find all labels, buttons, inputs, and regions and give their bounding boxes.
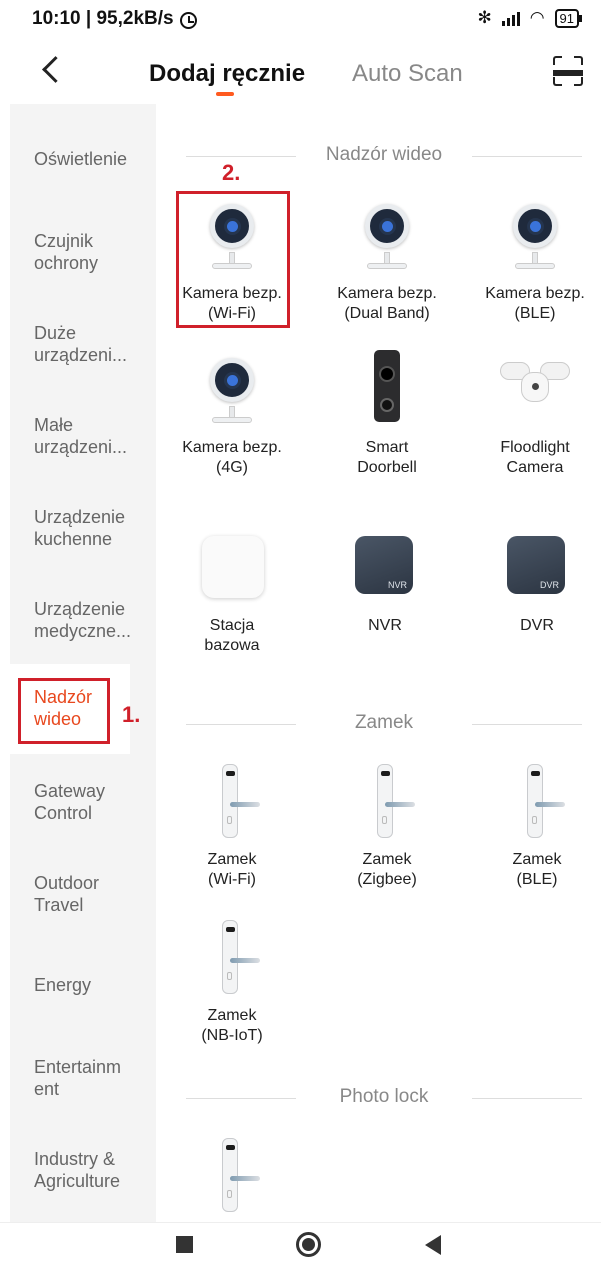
device-label: Camera [506, 459, 564, 476]
device-label: Zamek [207, 851, 257, 868]
system-nav-bar [0, 1222, 601, 1270]
device-label: (NB-IoT) [201, 1027, 263, 1044]
sidebar-item-industry-agriculture[interactable]: Industry & Agriculture [10, 1148, 150, 1192]
battery-icon: 91 [554, 8, 583, 28]
tab-active-indicator [216, 92, 234, 96]
lock-icon [192, 762, 272, 846]
header: Dodaj ręcznie Auto Scan [0, 40, 601, 102]
camera-icon [347, 196, 427, 280]
lock-icon [347, 762, 427, 846]
device-lock-wifi[interactable]: Zamek (Wi-Fi) [167, 762, 297, 890]
sidebar-item-large-appliances[interactable]: Duże urządzeni... [10, 322, 156, 366]
device-label: Floodlight [500, 439, 570, 456]
device-label: Kamera bezp. [182, 439, 282, 456]
signal-icon [501, 10, 520, 26]
device-label: bazowa [204, 637, 260, 654]
device-lock-zigbee[interactable]: Zamek (Zigbee) [322, 762, 452, 890]
recents-icon[interactable] [176, 1236, 193, 1253]
floodlight-icon [495, 350, 575, 434]
device-label: (Zigbee) [357, 871, 417, 888]
wifi-icon: ◠ [529, 8, 545, 27]
sidebar-item-lighting[interactable]: Oświetlenie [10, 148, 156, 170]
device-base-station[interactable]: Stacja bazowa [167, 528, 297, 656]
device-label: Zamek [512, 851, 562, 868]
section-title-photo-lock: Photo lock [186, 1086, 582, 1110]
device-photo-lock[interactable] [167, 1136, 297, 1222]
lock-icon [192, 1136, 272, 1220]
device-label: (Wi-Fi) [208, 871, 256, 888]
device-camera-dual-band[interactable]: Kamera bezp. (Dual Band) [322, 196, 452, 324]
device-nvr[interactable]: NVR NVR [320, 528, 450, 636]
category-sidebar: Oświetlenie Czujnik ochrony Duże urządze… [10, 104, 156, 1222]
alarm-icon [179, 11, 197, 29]
scan-icon[interactable] [553, 56, 583, 86]
device-label: DVR [520, 617, 554, 634]
device-label: Stacja [209, 617, 255, 634]
device-label: Doorbell [357, 459, 417, 476]
annotation-box-step1 [18, 678, 110, 744]
sidebar-item-energy[interactable]: Energy [10, 974, 156, 996]
device-label: NVR [368, 617, 402, 634]
device-camera-4g[interactable]: Kamera bezp. (4G) [167, 350, 297, 478]
sidebar-item-small-appliances[interactable]: Małe urządzeni... [10, 414, 156, 458]
annotation-step1: 1. [122, 702, 141, 727]
device-label: (BLE) [514, 305, 556, 322]
nvr-badge: NVR [387, 580, 407, 590]
device-label: Zamek [207, 1007, 257, 1024]
device-label: Kamera bezp. [485, 285, 585, 302]
device-label: Smart [365, 439, 409, 456]
device-dvr[interactable]: DVR DVR [472, 528, 601, 636]
sidebar-item-outdoor-travel[interactable]: Outdoor Travel [10, 872, 130, 916]
sidebar-item-medical[interactable]: Urządzenie medyczne... [10, 598, 156, 642]
dvr-badge: DVR [539, 580, 559, 590]
dvr-icon: DVR [497, 528, 577, 612]
camera-icon [192, 350, 272, 434]
annotation-box-step2 [176, 191, 290, 328]
lock-icon [192, 918, 272, 1002]
doorbell-icon [347, 350, 427, 434]
nvr-icon: NVR [345, 528, 425, 612]
section-title-lock: Zamek [186, 712, 582, 736]
device-lock-ble[interactable]: Zamek (BLE) [472, 762, 601, 890]
device-label: (BLE) [516, 871, 558, 888]
home-icon[interactable] [296, 1232, 321, 1257]
sidebar-item-entertainment[interactable]: Entertainm ent [10, 1056, 140, 1100]
base-station-icon [192, 528, 272, 612]
device-label: Kamera bezp. [337, 285, 437, 302]
back-icon[interactable] [36, 52, 72, 88]
sidebar-item-gateway-control[interactable]: Gateway Control [10, 780, 130, 824]
device-label: (4G) [216, 459, 248, 476]
section-title-video: Nadzór wideo [186, 144, 582, 168]
device-smart-doorbell[interactable]: Smart Doorbell [322, 350, 452, 478]
device-label: Zamek [362, 851, 412, 868]
tab-manual-add[interactable]: Dodaj ręcznie [149, 60, 305, 88]
status-bar: 10:10 | 95,2kB/s ✻ ◠ 91 [0, 0, 601, 40]
device-camera-ble[interactable]: Kamera bezp. (BLE) [470, 196, 600, 324]
bluetooth-icon: ✻ [477, 8, 492, 27]
back-nav-icon[interactable] [425, 1235, 441, 1255]
status-time: 10:10 | 95,2kB/s [32, 8, 174, 29]
camera-icon [495, 196, 575, 280]
tab-auto-scan[interactable]: Auto Scan [352, 60, 463, 88]
sidebar-item-security-sensor[interactable]: Czujnik ochrony [10, 230, 130, 274]
device-floodlight-camera[interactable]: Floodlight Camera [470, 350, 600, 478]
device-label: (Dual Band) [344, 305, 430, 322]
sidebar-item-kitchen[interactable]: Urządzenie kuchenne [10, 506, 150, 550]
device-lock-nbiot[interactable]: Zamek (NB-IoT) [167, 918, 297, 1046]
lock-icon [497, 762, 577, 846]
